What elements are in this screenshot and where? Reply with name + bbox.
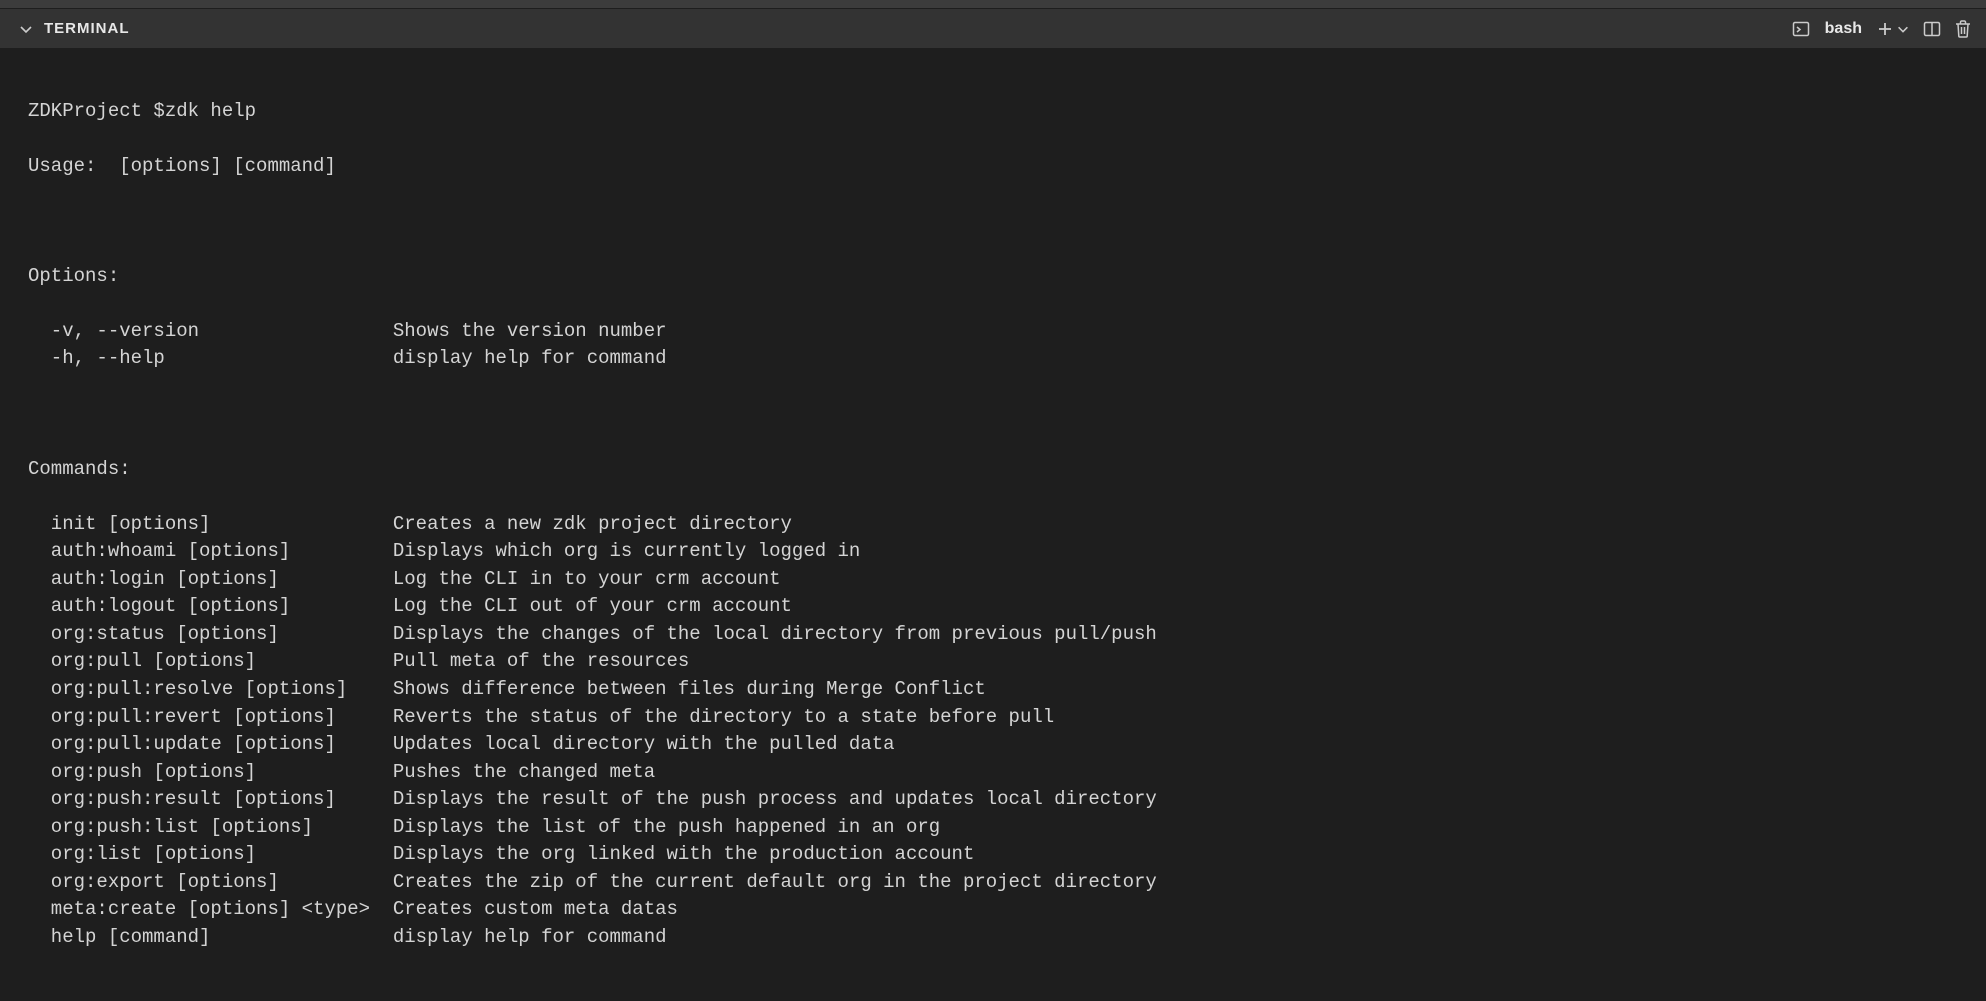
command-line: org:pull:resolve [options] Shows differe… xyxy=(28,676,1958,704)
command-line: auth:login [options] Log the CLI in to y… xyxy=(28,566,1958,594)
panel-header-right: bash xyxy=(1791,19,1972,39)
command-line: org:push:list [options] Displays the lis… xyxy=(28,814,1958,842)
command-line: init [options] Creates a new zdk project… xyxy=(28,511,1958,539)
commands-header: Commands: xyxy=(28,456,1958,484)
command-line: auth:logout [options] Log the CLI out of… xyxy=(28,593,1958,621)
command-line: org:pull:update [options] Updates local … xyxy=(28,731,1958,759)
command-line: org:status [options] Displays the change… xyxy=(28,621,1958,649)
new-terminal-group xyxy=(1876,20,1910,38)
command-line: org:pull:revert [options] Reverts the st… xyxy=(28,704,1958,732)
split-panel-icon[interactable] xyxy=(1922,19,1942,39)
terminal-launch-icon[interactable] xyxy=(1791,19,1811,39)
chevron-down-icon[interactable] xyxy=(1896,22,1910,36)
shell-name[interactable]: bash xyxy=(1823,20,1864,38)
command-line: help [command] display help for command xyxy=(28,924,1958,952)
prompt: ZDKProject $ xyxy=(28,100,165,122)
terminal-output[interactable]: ZDKProject $zdk help Usage: [options] [c… xyxy=(0,48,1986,1001)
command-line: org:list [options] Displays the org link… xyxy=(28,841,1958,869)
terminal-line: Usage: [options] [command] xyxy=(28,153,1958,181)
terminal-panel-header: TERMINAL bash xyxy=(0,8,1986,48)
terminal-line: ZDKProject $zdk help xyxy=(28,98,1958,126)
command-line: org:push:result [options] Displays the r… xyxy=(28,786,1958,814)
terminal-blank-line xyxy=(28,401,1958,429)
window-titlebar xyxy=(0,0,1986,8)
options-header: Options: xyxy=(28,263,1958,291)
plus-icon[interactable] xyxy=(1876,20,1894,38)
trash-icon[interactable] xyxy=(1954,19,1972,39)
panel-title[interactable]: TERMINAL xyxy=(44,20,130,37)
command-line: meta:create [options] <type> Creates cus… xyxy=(28,896,1958,924)
panel-header-left: TERMINAL xyxy=(18,20,130,37)
typed-command: zdk help xyxy=(165,100,256,122)
option-line: -h, --help display help for command xyxy=(28,345,1958,373)
chevron-down-icon[interactable] xyxy=(18,21,34,37)
command-line: org:push [options] Pushes the changed me… xyxy=(28,759,1958,787)
option-line: -v, --version Shows the version number xyxy=(28,318,1958,346)
terminal-blank-line xyxy=(28,208,1958,236)
command-line: org:pull [options] Pull meta of the reso… xyxy=(28,648,1958,676)
command-line: auth:whoami [options] Displays which org… xyxy=(28,538,1958,566)
command-line: org:export [options] Creates the zip of … xyxy=(28,869,1958,897)
